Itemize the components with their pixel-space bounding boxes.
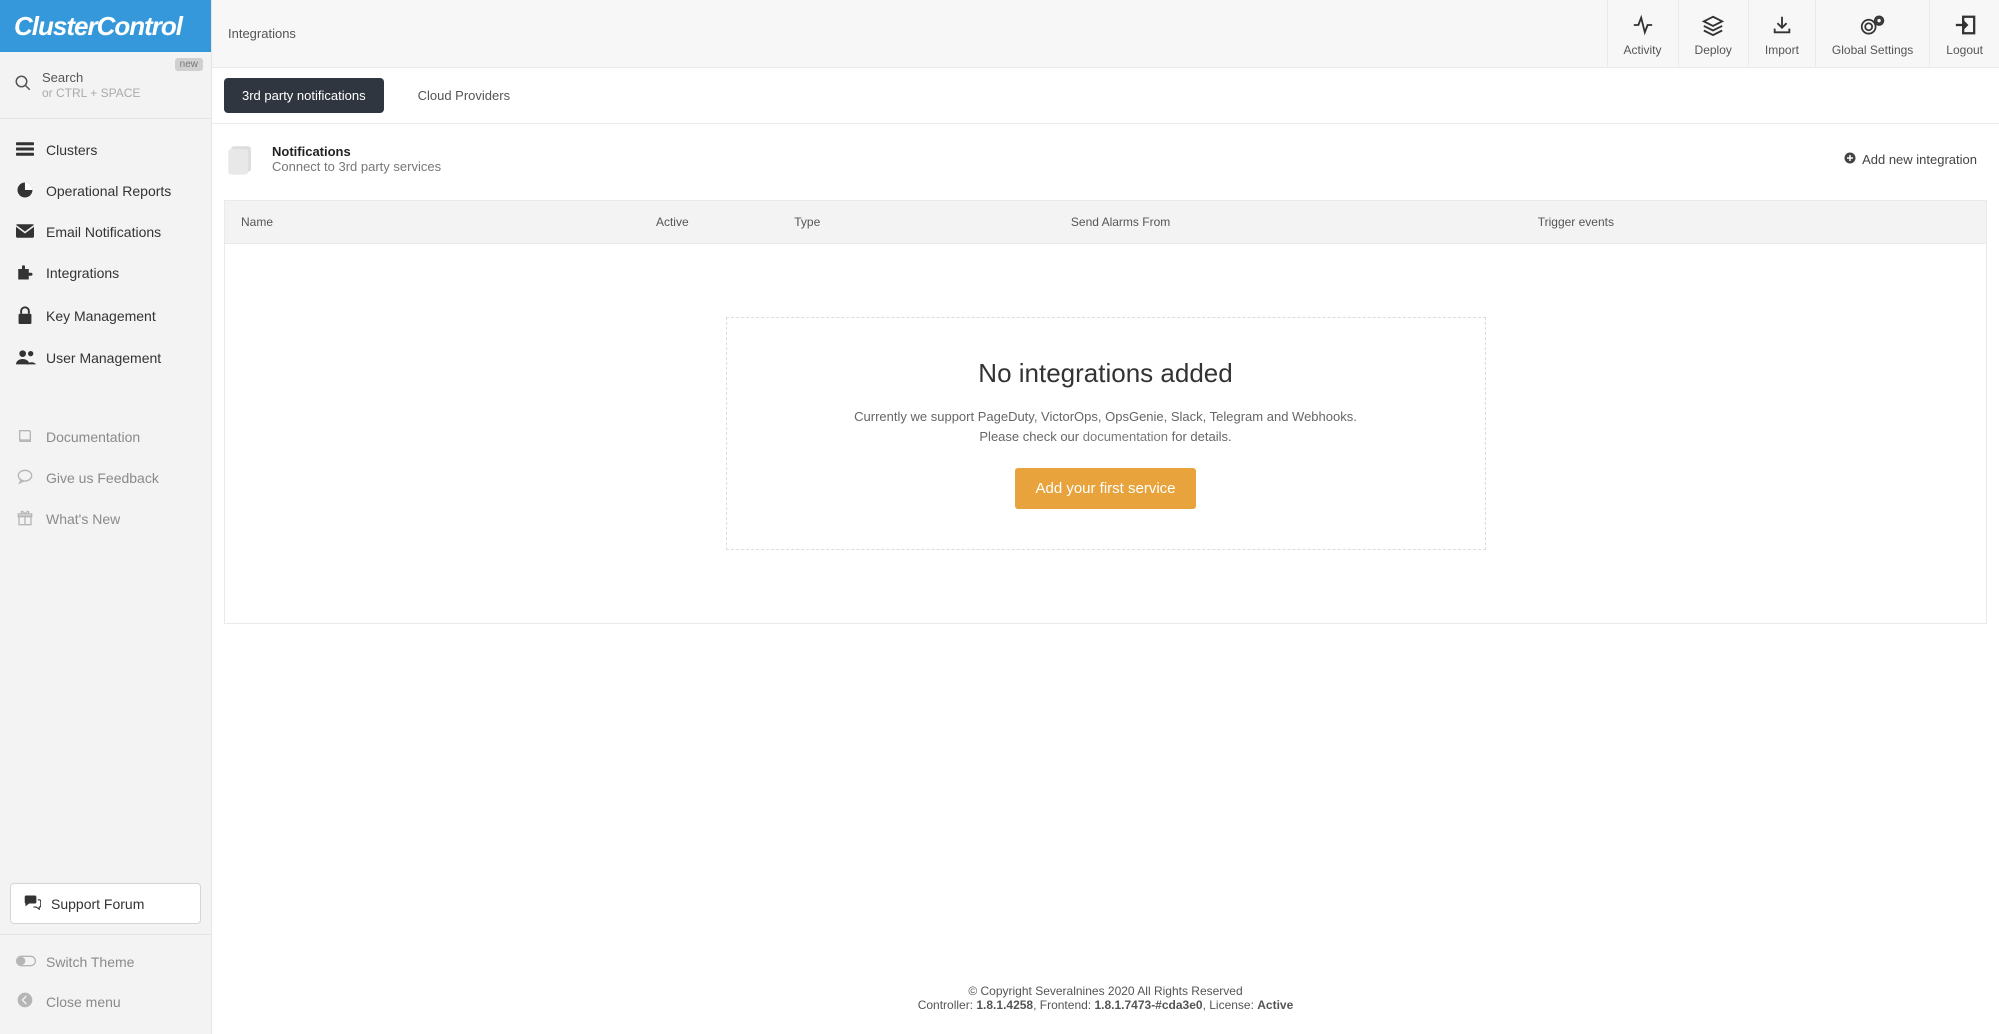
topbar: Integrations Activity Deploy Import (212, 0, 1999, 68)
activity-icon (1631, 14, 1655, 39)
tabs: 3rd party notifications Cloud Providers (212, 68, 1999, 124)
empty-line2-pre: Please check our (979, 429, 1082, 444)
footer-frontend-label: , Frontend: (1033, 998, 1094, 1012)
logout-icon (1953, 14, 1977, 39)
footer-controller-label: Controller: (918, 998, 977, 1012)
table-header: Name Active Type Send Alarms From Trigge… (224, 200, 1987, 244)
section-header: Notifications Connect to 3rd party servi… (212, 124, 1999, 194)
search-icon (14, 74, 32, 95)
sidebar-item-clusters[interactable]: Clusters (0, 131, 211, 170)
footer: © Copyright Severalnines 2020 All Rights… (212, 966, 1999, 1034)
plus-circle-icon (1844, 152, 1856, 167)
chat-icon (16, 469, 34, 488)
sidebar: ClusterControl new Search or CTRL + SPAC… (0, 0, 212, 1034)
chevron-left-icon (16, 992, 34, 1011)
secondary-nav: Documentation Give us Feedback What's Ne… (0, 407, 211, 550)
switch-theme[interactable]: Switch Theme (0, 943, 211, 981)
top-action-import[interactable]: Import (1748, 0, 1815, 67)
sidebar-item-keymgmt[interactable]: Key Management (0, 295, 211, 338)
close-menu-label: Close menu (46, 994, 121, 1010)
table-body-empty: No integrations added Currently we suppo… (224, 244, 1987, 624)
footer-controller-ver: 1.8.1.4258 (976, 998, 1033, 1012)
book-icon (16, 428, 34, 447)
tab-3rd-party-notifications[interactable]: 3rd party notifications (224, 78, 384, 113)
sidebar-item-label: Documentation (46, 429, 140, 445)
pie-chart-icon (16, 181, 34, 202)
empty-title: No integrations added (757, 358, 1455, 389)
top-action-label: Activity (1624, 43, 1662, 57)
toggle-icon (16, 954, 34, 970)
documentation-link[interactable]: documentation (1083, 429, 1168, 444)
search[interactable]: new Search or CTRL + SPACE (0, 52, 211, 119)
clipboard-icon (224, 142, 258, 176)
support-forum-button[interactable]: Support Forum (10, 883, 201, 924)
sidebar-item-label: Email Notifications (46, 224, 161, 240)
sidebar-item-label: Operational Reports (46, 183, 171, 199)
top-action-activity[interactable]: Activity (1607, 0, 1678, 67)
envelope-icon (16, 224, 34, 241)
tab-cloud-providers[interactable]: Cloud Providers (400, 78, 529, 113)
empty-state: No integrations added Currently we suppo… (726, 317, 1486, 550)
close-menu[interactable]: Close menu (0, 981, 211, 1022)
col-active: Active (656, 215, 794, 229)
col-events: Trigger events (1538, 215, 1970, 229)
primary-nav: Clusters Operational Reports Email Notif… (0, 119, 211, 391)
col-type: Type (794, 215, 1071, 229)
puzzle-icon (16, 263, 34, 284)
import-icon (1770, 14, 1794, 39)
footer-copyright: © Copyright Severalnines 2020 All Rights… (212, 984, 1999, 998)
section-title: Notifications (272, 144, 441, 159)
main: Integrations Activity Deploy Import (212, 0, 1999, 1034)
users-icon (16, 349, 34, 368)
brand-logo[interactable]: ClusterControl (0, 0, 211, 52)
sidebar-item-email[interactable]: Email Notifications (0, 213, 211, 252)
lock-icon (16, 306, 34, 327)
sidebar-item-label: Clusters (46, 142, 97, 158)
add-integration-label: Add new integration (1862, 152, 1977, 167)
top-action-deploy[interactable]: Deploy (1678, 0, 1748, 67)
col-alarms: Send Alarms From (1071, 215, 1538, 229)
sidebar-item-usermgmt[interactable]: User Management (0, 338, 211, 379)
sidebar-item-label: Give us Feedback (46, 470, 159, 486)
footer-license-label: , License: (1203, 998, 1258, 1012)
gift-icon (16, 510, 34, 529)
top-action-label: Deploy (1695, 43, 1732, 57)
sidebar-item-reports[interactable]: Operational Reports (0, 170, 211, 213)
footer-frontend-ver: 1.8.1.7473-#cda3e0 (1094, 998, 1202, 1012)
layers-icon (1701, 14, 1725, 39)
footer-license-status: Active (1257, 998, 1293, 1012)
top-action-label: Logout (1946, 43, 1983, 57)
sidebar-item-label: Key Management (46, 308, 156, 324)
support-forum-label: Support Forum (51, 896, 144, 912)
database-icon (16, 142, 34, 159)
switch-theme-label: Switch Theme (46, 954, 134, 970)
add-first-service-button[interactable]: Add your first service (1015, 468, 1195, 509)
breadcrumb: Integrations (212, 26, 296, 41)
col-name: Name (241, 215, 656, 229)
sidebar-item-whatsnew[interactable]: What's New (0, 499, 211, 540)
sidebar-item-docs[interactable]: Documentation (0, 417, 211, 458)
add-integration-link[interactable]: Add new integration (1844, 152, 1977, 167)
empty-line1: Currently we support PageDuty, VictorOps… (854, 409, 1357, 424)
top-action-label: Global Settings (1832, 43, 1913, 57)
search-label: Search (42, 70, 140, 86)
sidebar-item-label: User Management (46, 350, 161, 366)
empty-line2-post: for details. (1168, 429, 1232, 444)
comments-icon (23, 894, 41, 913)
top-action-label: Import (1765, 43, 1799, 57)
sidebar-item-label: Integrations (46, 265, 119, 281)
new-badge: new (175, 58, 203, 71)
section-subtitle: Connect to 3rd party services (272, 159, 441, 174)
gears-icon (1860, 14, 1886, 39)
top-action-logout[interactable]: Logout (1929, 0, 1999, 67)
sidebar-item-feedback[interactable]: Give us Feedback (0, 458, 211, 499)
top-action-settings[interactable]: Global Settings (1815, 0, 1929, 67)
search-hint: or CTRL + SPACE (42, 86, 140, 100)
sidebar-item-label: What's New (46, 511, 120, 527)
top-actions: Activity Deploy Import Global Settings (1607, 0, 1999, 67)
sidebar-item-integrations[interactable]: Integrations (0, 252, 211, 295)
